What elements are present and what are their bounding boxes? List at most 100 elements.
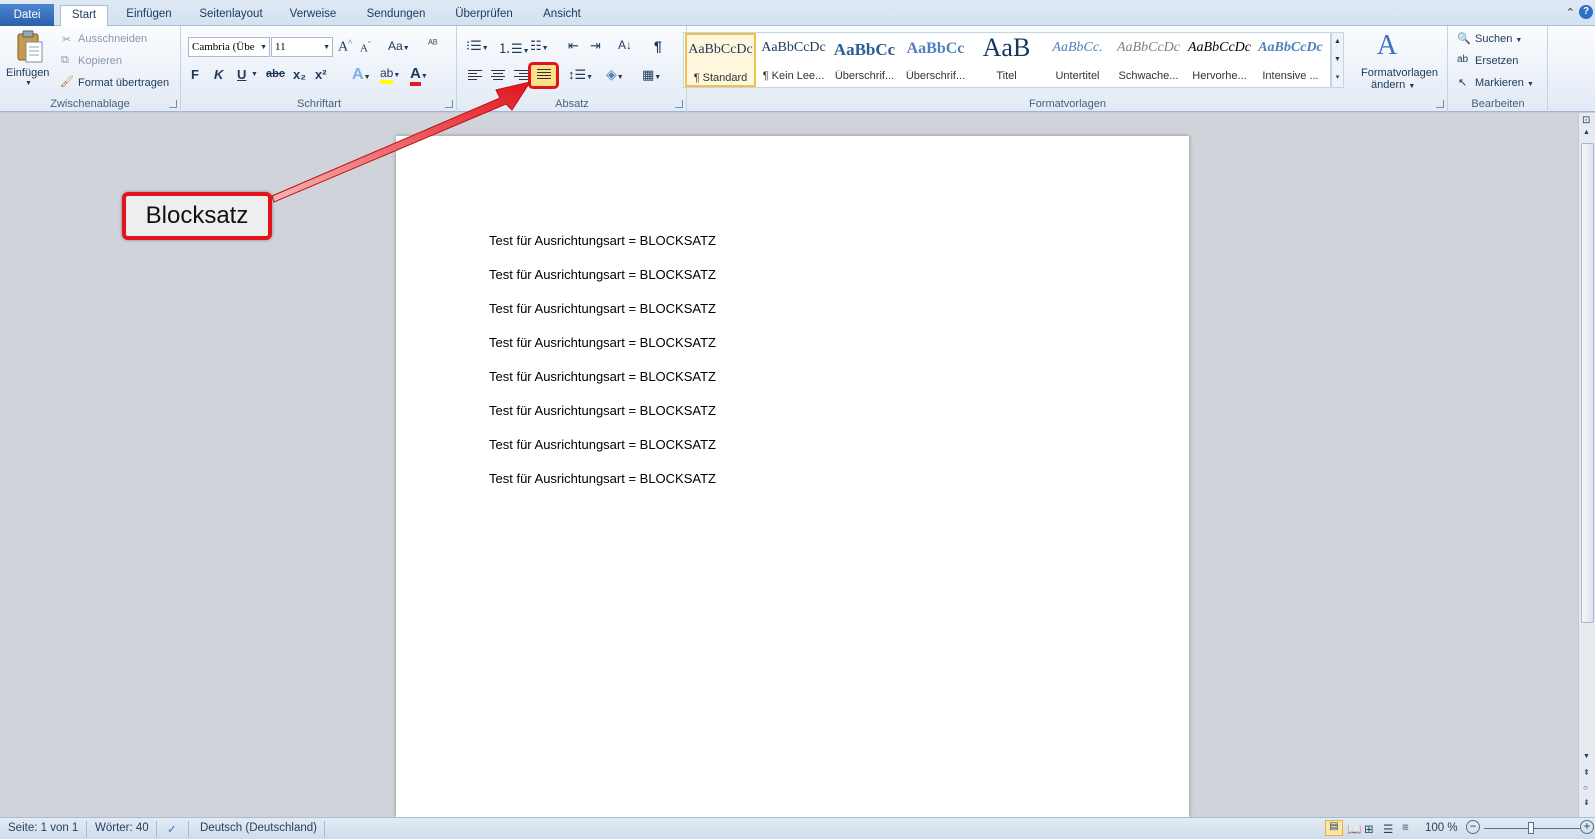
document-line[interactable]: Test für Ausrichtungsart = BLOCKSATZ bbox=[489, 267, 716, 282]
sort-icon[interactable]: A↓ bbox=[618, 38, 632, 52]
find-button[interactable]: Suchen ▼ bbox=[1475, 33, 1522, 45]
style-titel[interactable]: AaB Titel bbox=[971, 33, 1042, 87]
chevron-down-icon[interactable]: ▼ bbox=[1332, 51, 1343, 69]
document-line[interactable]: Test für Ausrichtungsart = BLOCKSATZ bbox=[489, 437, 716, 452]
strikethrough-button[interactable]: abc bbox=[266, 68, 285, 80]
cut-button[interactable]: Ausschneiden bbox=[78, 33, 147, 45]
tab-sendungen[interactable]: Sendungen bbox=[358, 5, 434, 26]
superscript-button[interactable]: x² bbox=[315, 67, 327, 82]
line-spacing-icon[interactable]: ↕☰▼ bbox=[568, 67, 593, 83]
tab-datei[interactable]: Datei bbox=[0, 4, 54, 26]
paste-button[interactable]: Einfügen bbox=[6, 67, 49, 79]
tab-start[interactable]: Start bbox=[60, 5, 108, 27]
align-left-icon[interactable] bbox=[468, 70, 482, 82]
increase-indent-icon[interactable]: ⇥ bbox=[590, 38, 601, 54]
font-launcher-icon[interactable] bbox=[445, 100, 453, 108]
web-layout-icon[interactable]: ⊞ bbox=[1364, 822, 1374, 836]
proofing-icon[interactable]: ✓ bbox=[167, 822, 177, 836]
more-styles-icon[interactable]: ▾ bbox=[1332, 69, 1343, 87]
tab-verweise[interactable]: Verweise bbox=[282, 5, 344, 26]
print-layout-icon[interactable]: ▤ bbox=[1325, 820, 1343, 836]
zoom-slider-thumb[interactable] bbox=[1528, 822, 1534, 834]
scrollbar-thumb[interactable] bbox=[1581, 143, 1594, 623]
document-line[interactable]: Test für Ausrichtungsart = BLOCKSATZ bbox=[489, 335, 716, 350]
minimize-ribbon-icon[interactable]: ⌃ bbox=[1566, 6, 1575, 19]
zoom-out-icon[interactable]: − bbox=[1466, 820, 1480, 834]
document-line[interactable]: Test für Ausrichtungsart = BLOCKSATZ bbox=[489, 369, 716, 384]
italic-button[interactable]: K bbox=[214, 67, 223, 82]
text-effects-icon[interactable]: A▼ bbox=[352, 66, 371, 84]
bullets-icon[interactable]: ⁝☰▼ bbox=[466, 38, 489, 54]
style-schwache-hervorhebung[interactable]: AaBbCcDc Schwache... bbox=[1113, 33, 1184, 87]
select-button[interactable]: Markieren ▼ bbox=[1475, 77, 1534, 89]
show-formatting-icon[interactable]: ¶ bbox=[654, 38, 662, 54]
style-ueberschrift-2[interactable]: AaBbCc Überschrif... bbox=[900, 33, 971, 87]
paste-icon[interactable] bbox=[14, 30, 46, 64]
underline-button[interactable]: U bbox=[237, 67, 246, 82]
decrease-indent-icon[interactable]: ⇤ bbox=[568, 38, 579, 54]
align-justify-icon[interactable] bbox=[537, 69, 551, 81]
paragraph-launcher-icon[interactable] bbox=[675, 100, 683, 108]
next-page-icon[interactable]: ⇟ bbox=[1583, 798, 1590, 807]
change-case-icon[interactable]: Aa▼ bbox=[388, 39, 410, 53]
page-count[interactable]: Seite: 1 von 1 bbox=[8, 822, 78, 834]
change-styles-label[interactable]: ändern ▼ bbox=[1371, 79, 1415, 91]
replace-button[interactable]: Ersetzen bbox=[1475, 55, 1518, 67]
borders-icon[interactable]: ▦▼ bbox=[642, 67, 661, 83]
clipboard-launcher-icon[interactable] bbox=[169, 100, 177, 108]
clear-formatting-icon[interactable]: ᴬᴮ bbox=[428, 38, 438, 50]
zoom-level[interactable]: 100 % bbox=[1425, 822, 1458, 834]
numbering-icon[interactable]: ⒈☰▼ bbox=[498, 38, 530, 57]
chevron-up-icon[interactable]: ▲ bbox=[1332, 33, 1343, 51]
align-center-icon[interactable] bbox=[491, 70, 505, 82]
style-intensive-hervorhebung[interactable]: AaBbCcDc Intensive ... bbox=[1255, 33, 1326, 87]
document-line[interactable]: Test für Ausrichtungsart = BLOCKSATZ bbox=[489, 301, 716, 316]
style-ueberschrift-1[interactable]: AaBbCc Überschrif... bbox=[829, 33, 900, 87]
tab-ansicht[interactable]: Ansicht bbox=[534, 5, 590, 26]
paste-dropdown-icon[interactable]: ▼ bbox=[25, 80, 32, 87]
help-icon[interactable]: ? bbox=[1579, 5, 1593, 19]
vertical-scrollbar[interactable]: ⊡ ▲ ▼ ⇞ ○ ⇟ bbox=[1578, 113, 1595, 817]
document-line[interactable]: Test für Ausrichtungsart = BLOCKSATZ bbox=[489, 403, 716, 418]
tab-einfuegen[interactable]: Einfügen bbox=[116, 5, 182, 26]
scroll-down-icon[interactable]: ▼ bbox=[1583, 753, 1590, 760]
style-hervorhebung[interactable]: AaBbCcDc Hervorhe... bbox=[1184, 33, 1255, 87]
previous-page-icon[interactable]: ⇞ bbox=[1583, 768, 1590, 777]
document-line[interactable]: Test für Ausrichtungsart = BLOCKSATZ bbox=[489, 471, 716, 486]
tab-ueberpruefen[interactable]: Überprüfen bbox=[446, 5, 522, 26]
shrink-font-icon[interactable]: Aˇ bbox=[360, 40, 371, 55]
full-screen-reading-icon[interactable]: 📖 bbox=[1347, 822, 1361, 836]
document-line[interactable]: Test für Ausrichtungsart = BLOCKSATZ bbox=[489, 233, 716, 248]
word-count[interactable]: Wörter: 40 bbox=[95, 822, 149, 834]
underline-dropdown-icon[interactable]: ▼ bbox=[251, 71, 258, 78]
highlight-icon[interactable]: ab▼ bbox=[380, 66, 400, 84]
draft-icon[interactable]: ≡ bbox=[1402, 822, 1409, 834]
outline-icon[interactable]: ☰ bbox=[1383, 822, 1393, 836]
font-name-select[interactable]: Cambria (Übe ▼ bbox=[188, 37, 270, 57]
style-untertitel[interactable]: AaBbCc. Untertitel bbox=[1042, 33, 1113, 87]
font-size-select[interactable]: 11 ▼ bbox=[271, 37, 333, 57]
change-styles-icon[interactable]: A bbox=[1373, 30, 1401, 62]
multilevel-list-icon[interactable]: ☷▼ bbox=[530, 38, 549, 54]
browse-object-icon[interactable]: ○ bbox=[1583, 783, 1588, 792]
style-standard[interactable]: AaBbCcDc ¶ Standard bbox=[685, 33, 756, 87]
align-right-icon[interactable] bbox=[514, 70, 528, 82]
change-styles-button[interactable]: Formatvorlagen bbox=[1361, 67, 1438, 79]
zoom-in-icon[interactable]: + bbox=[1580, 820, 1594, 834]
language[interactable]: Deutsch (Deutschland) bbox=[200, 822, 317, 834]
bold-button[interactable]: F bbox=[191, 67, 199, 82]
font-color-icon[interactable]: A▼ bbox=[410, 65, 428, 86]
shading-icon[interactable]: ◈▼ bbox=[606, 66, 624, 83]
style-kein-leerraum[interactable]: AaBbCcDc ¶ Kein Lee... bbox=[758, 33, 829, 87]
scroll-up-icon[interactable]: ▲ bbox=[1583, 129, 1590, 136]
ruler-toggle-icon[interactable]: ⊡ bbox=[1582, 115, 1590, 126]
copy-button[interactable]: Kopieren bbox=[78, 55, 122, 67]
document-page[interactable]: Test für Ausrichtungsart = BLOCKSATZ Tes… bbox=[396, 136, 1189, 817]
justify-button-highlight[interactable] bbox=[528, 62, 559, 89]
subscript-button[interactable]: x₂ bbox=[293, 67, 306, 82]
styles-launcher-icon[interactable] bbox=[1436, 100, 1444, 108]
tab-seitenlayout[interactable]: Seitenlayout bbox=[190, 5, 272, 26]
styles-gallery-scroll[interactable]: ▲ ▼ ▾ bbox=[1331, 32, 1344, 88]
grow-font-icon[interactable]: A^ bbox=[338, 38, 352, 56]
format-painter-button[interactable]: Format übertragen bbox=[78, 77, 169, 89]
